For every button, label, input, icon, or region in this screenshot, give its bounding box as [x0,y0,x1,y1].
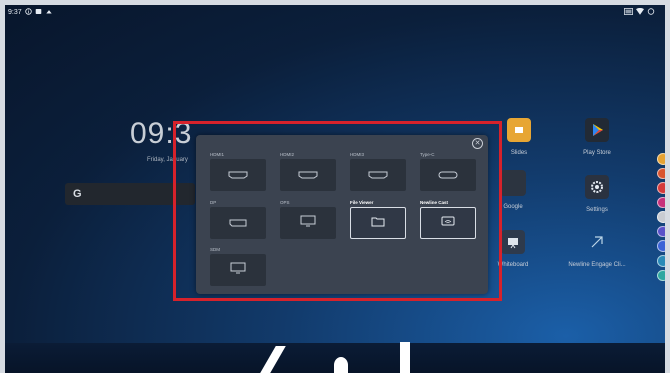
source-tile[interactable] [350,207,406,239]
side-tool-icon[interactable] [657,196,665,209]
source-label: Newline Cast [420,200,449,205]
sdm-icon [230,261,246,279]
close-icon[interactable]: ✕ [472,138,483,149]
google-search-bar[interactable]: G [65,183,195,205]
side-tool-icon[interactable] [657,167,665,180]
displayport-icon [229,214,247,232]
google-icon: G [73,188,82,200]
app-label: Google [503,204,523,210]
side-tool-icon[interactable] [657,182,665,194]
source-tile[interactable] [420,159,476,191]
source-label: SDM [210,247,220,252]
side-toolbar [654,151,665,282]
wifi-icon [636,7,644,17]
folder-icon [371,214,385,232]
hdmi-port-icon [368,166,388,184]
source-label: HDMI1 [210,152,225,157]
source-hdmi1[interactable]: HDMI1 [210,151,266,191]
source-tile[interactable] [350,159,406,191]
notification-icon [35,8,42,17]
source-label: Type-C [420,152,435,157]
whiteboard-icon [501,230,525,254]
app-play-store[interactable]: Play Store [567,118,627,156]
source-sdm[interactable]: SDM [210,246,266,286]
input-icon [624,8,633,17]
side-tool-icon[interactable] [657,240,665,252]
source-label: OPS [280,200,290,205]
source-tile[interactable] [420,207,476,239]
info-icon [24,7,32,17]
source-hdmi3[interactable]: HDMI3 [350,151,406,191]
status-icons [624,7,655,17]
engage-icon [585,230,609,254]
app-newline-engage[interactable]: Newline Engage Cli... [567,230,627,268]
source-tile[interactable] [210,207,266,239]
source-label: HDMI2 [280,152,295,157]
cloud-icon [45,8,53,17]
app-label: Slides [510,150,528,156]
play-store-icon [585,118,609,142]
usb-c-port-icon [438,166,458,184]
nav-home-icon[interactable] [334,357,348,373]
app-google[interactable]: Google [483,170,543,210]
nav-recents-icon[interactable] [400,342,410,373]
google-folder-icon [500,170,526,196]
source-dp[interactable]: DP [210,199,266,239]
source-tile[interactable] [210,254,266,286]
source-tile[interactable] [280,159,336,191]
status-bar: 9:37 [5,5,665,19]
source-tile[interactable] [210,159,266,191]
source-newline-cast[interactable]: Newline Cast [420,199,476,239]
desktop-screen: 9:37 09:3 Friday, January G Slides Play … [5,5,665,373]
home-clock: 09:3 [130,117,193,150]
source-label: HDMI3 [350,152,365,157]
ops-icon [300,214,316,232]
source-ops[interactable]: OPS [280,199,336,239]
app-slides[interactable]: Slides [489,118,549,156]
source-type-c[interactable]: Type-C [420,151,476,191]
settings-gear-icon [585,175,609,199]
hdmi-port-icon [298,166,318,184]
source-label: DP [210,200,217,205]
source-select-dialog: ✕ HDMI1 HDMI2 HDMI3 Type-C DP OPS File V… [196,135,488,294]
side-tool-icon[interactable] [657,269,665,282]
app-label: Play Store [583,150,611,156]
app-label: Settings [586,207,608,213]
side-tool-icon[interactable] [657,254,665,267]
app-whiteboard[interactable]: Whiteboard [483,230,543,268]
app-label: Newline Engage Cli... [568,262,626,268]
source-label: File Viewer [350,200,374,205]
battery-icon [647,8,655,17]
app-label: Whiteboard [497,262,529,268]
cast-icon [441,214,455,232]
app-settings[interactable]: Settings [567,175,627,213]
status-time: 9:37 [8,8,22,16]
hdmi-port-icon [228,166,248,184]
side-tool-icon[interactable] [657,225,665,238]
slides-icon [507,118,531,142]
side-tool-icon[interactable] [657,153,665,165]
source-tile[interactable] [280,207,336,239]
source-hdmi2[interactable]: HDMI2 [280,151,336,191]
source-file-viewer[interactable]: File Viewer [350,199,406,239]
home-date: Friday, January [147,157,188,163]
side-tool-icon[interactable] [657,211,665,223]
